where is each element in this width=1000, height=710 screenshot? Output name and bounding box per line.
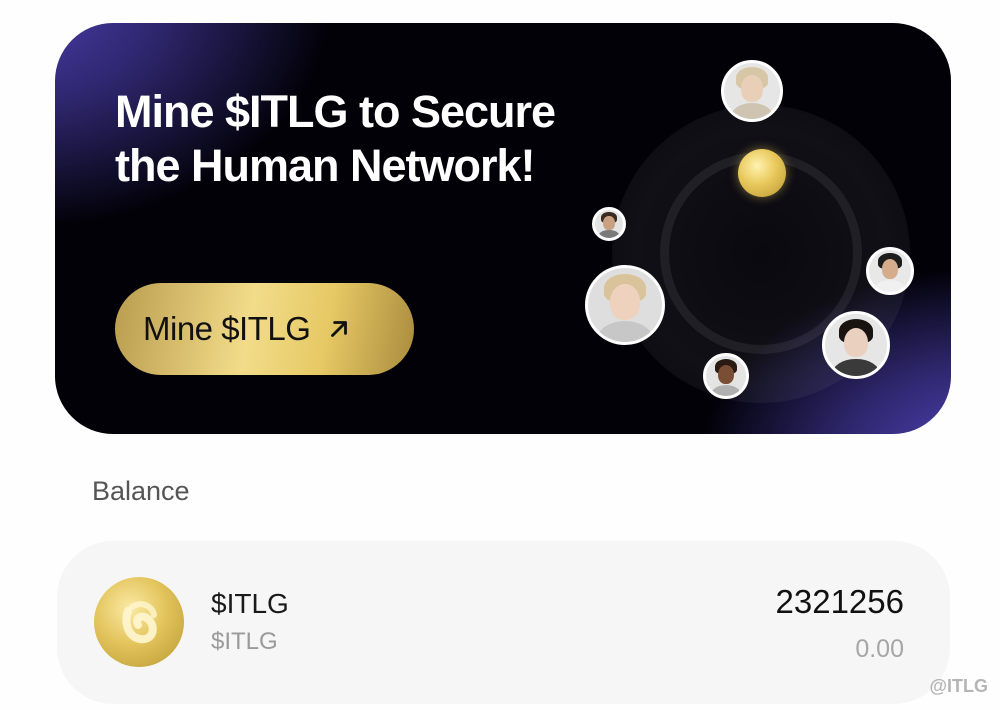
banner-title-line-1: Mine $ITLG to Secure <box>115 86 556 137</box>
mine-itlg-button[interactable]: Mine $ITLG <box>115 283 414 375</box>
balance-section-label: Balance <box>92 476 190 506</box>
token-name: $ITLG <box>211 588 289 619</box>
token-amount: 2321256 <box>775 583 904 620</box>
mine-button-label: Mine $ITLG <box>143 310 311 347</box>
itlg-logo-mark <box>122 601 157 644</box>
avatar-blonde-woman-left <box>585 265 665 345</box>
itlg-token-icon <box>94 577 184 667</box>
token-fiat-value: 0.00 <box>855 635 904 663</box>
arrow-up-right-icon <box>331 321 348 337</box>
watermark-text: @ITLG <box>929 676 988 696</box>
itlg-coin-icon <box>738 149 786 197</box>
page: Mine $ITLG to Secure the Human Network! … <box>0 0 1000 710</box>
token-row-itlg[interactable] <box>57 541 950 704</box>
avatar-man-small <box>592 207 626 241</box>
banner-title-line-2: the Human Network! <box>115 140 536 191</box>
token-symbol: $ITLG <box>211 628 278 655</box>
banner-title: Mine $ITLG to Secure the Human Network! <box>115 85 635 193</box>
avatar-man-right <box>866 247 914 295</box>
avatar-blonde-woman-top <box>721 60 783 122</box>
avatar-curly-hair-woman <box>703 353 749 399</box>
avatar-dark-hair-woman <box>822 311 890 379</box>
